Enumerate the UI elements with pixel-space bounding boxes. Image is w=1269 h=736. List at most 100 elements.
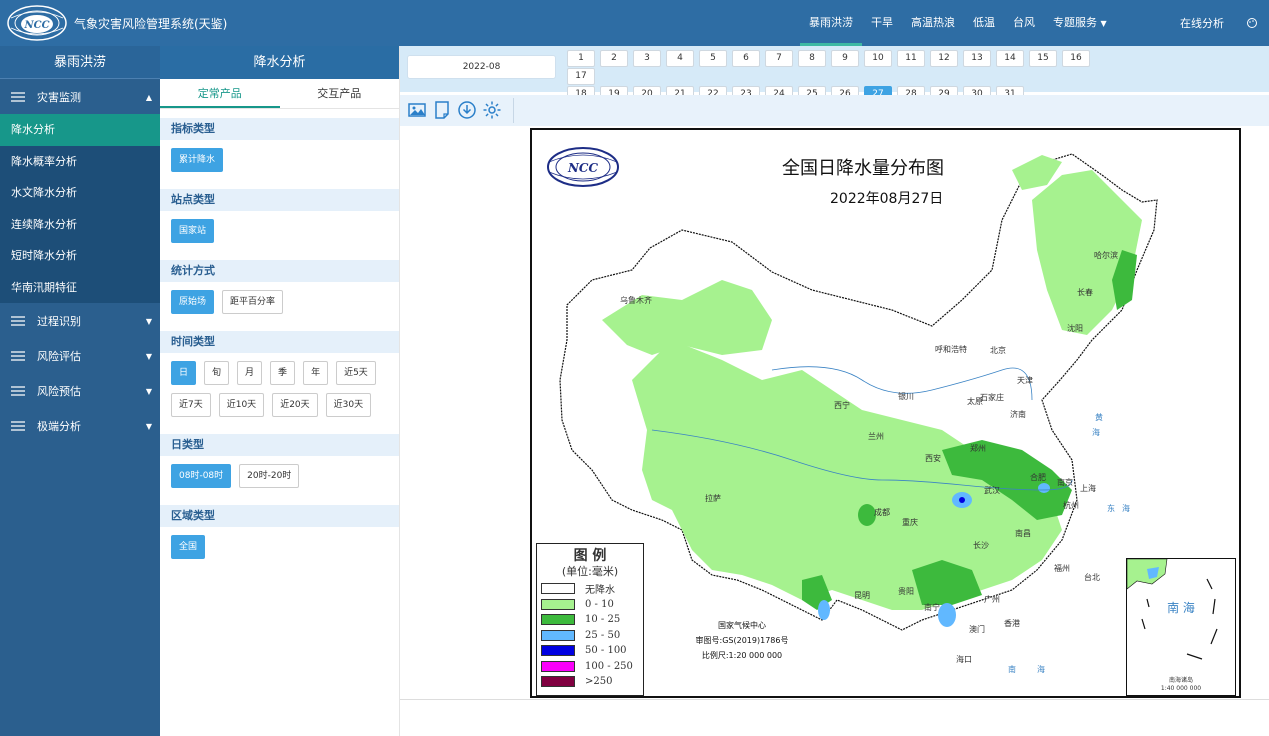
day-button[interactable]: 1	[567, 50, 595, 67]
sidebar-group-extreme[interactable]: 极端分析 ▼	[0, 408, 160, 443]
month-input[interactable]: 2022-08	[407, 55, 556, 79]
nav-special-service-label: 专题服务	[1053, 16, 1097, 29]
legend-swatch	[541, 583, 575, 595]
option-button[interactable]: 季	[270, 361, 296, 385]
sidebar-item-precip-analysis[interactable]: 降水分析	[0, 114, 160, 146]
city-label: 长沙	[973, 541, 989, 550]
city-label: 乌鲁木齐	[620, 296, 652, 305]
option-button[interactable]: 年	[303, 361, 329, 385]
day-button[interactable]: 10	[864, 50, 892, 67]
sidebar-item-south-china-flood[interactable]: 华南汛期特征	[0, 272, 160, 304]
day-button[interactable]: 5	[699, 50, 727, 67]
option-button[interactable]: 20时-20时	[239, 464, 300, 488]
online-analysis-link[interactable]: 在线分析	[1180, 15, 1224, 31]
nav-rainstorm[interactable]: 暴雨洪涝	[800, 0, 862, 46]
image-icon[interactable]	[407, 100, 427, 120]
legend-label: 无降水	[585, 585, 615, 597]
section-title: 指标类型	[160, 118, 399, 140]
city-label: 呼和浩特	[935, 345, 967, 354]
nav-cold[interactable]: 低温	[964, 0, 1004, 46]
day-button[interactable]: 9	[831, 50, 859, 67]
credit-scale: 比例尺:1:20 000 000	[701, 651, 783, 660]
legend-unit: (单位:毫米)	[561, 565, 619, 578]
city-label: 广州	[984, 595, 1000, 604]
sidebar-group-risk-assessment[interactable]: 风险评估 ▼	[0, 338, 160, 373]
city-label: 兰州	[868, 432, 884, 441]
sidebar-item-hydro-precip[interactable]: 水文降水分析	[0, 177, 160, 209]
sea-label: 海	[1122, 504, 1130, 513]
city-label: 澳门	[969, 625, 985, 634]
option-button[interactable]: 旬	[204, 361, 230, 385]
option-button[interactable]: 原始场	[171, 290, 215, 314]
download-icon[interactable]	[457, 100, 477, 120]
day-button[interactable]: 7	[765, 50, 793, 67]
sidebar-item-precip-probability[interactable]: 降水概率分析	[0, 146, 160, 178]
nav-typhoon[interactable]: 台风	[1004, 0, 1044, 46]
sea-label: 南	[1008, 665, 1016, 674]
option-button[interactable]: 全国	[171, 535, 206, 559]
city-label: 重庆	[902, 518, 918, 527]
day-button[interactable]: 8	[798, 50, 826, 67]
nav-drought[interactable]: 干旱	[862, 0, 902, 46]
legend-swatch	[541, 676, 575, 688]
document-icon[interactable]	[432, 100, 452, 120]
inset-scale-label: 1:40 000 000	[1160, 685, 1202, 692]
list-icon	[11, 91, 25, 102]
rain-area-25-50-yunnan	[818, 600, 830, 620]
option-button[interactable]: 日	[171, 361, 197, 385]
day-button[interactable]: 14	[996, 50, 1024, 67]
map-date: 2022年08月27日	[830, 191, 944, 207]
day-button[interactable]: 17	[567, 68, 595, 85]
legend-entries: 无降水 0 - 10 10 - 25 25 - 50 50 - 100 100 - 250…	[537, 581, 643, 690]
city-label: 沈阳	[1067, 324, 1083, 333]
caret-down-icon: ▼	[145, 387, 152, 396]
city-label: 贵阳	[898, 587, 914, 596]
nav-special-service[interactable]: 专题服务 ▼	[1044, 0, 1116, 46]
sidebar-item-short-precip[interactable]: 短时降水分析	[0, 240, 160, 272]
list-icon	[11, 315, 25, 326]
chevron-down-icon: ▼	[1100, 19, 1107, 28]
option-button[interactable]: 近30天	[325, 393, 372, 417]
city-label: 郑州	[970, 444, 986, 453]
day-button[interactable]: 6	[732, 50, 760, 67]
section-title: 日类型	[160, 434, 399, 456]
option-button[interactable]: 近20天	[272, 393, 318, 417]
option-button-row: 原始场 距平百分率	[160, 282, 399, 322]
section-title: 统计方式	[160, 260, 399, 282]
option-button[interactable]: 近5天	[336, 361, 376, 385]
day-button[interactable]: 12	[930, 50, 958, 67]
day-button[interactable]: 11	[897, 50, 925, 67]
sidebar-group-risk-forecast[interactable]: 风险预估 ▼	[0, 373, 160, 408]
tab-interactive-products[interactable]: 交互产品	[280, 79, 400, 108]
option-button[interactable]: 近7天	[171, 393, 211, 417]
day-button[interactable]: 2	[600, 50, 628, 67]
option-button[interactable]: 距平百分率	[222, 290, 284, 314]
sidebar-item-continuous-precip[interactable]: 连续降水分析	[0, 209, 160, 241]
option-button[interactable]: 08时-08时	[171, 464, 232, 488]
caret-down-icon: ▼	[145, 422, 152, 431]
day-button[interactable]: 3	[633, 50, 661, 67]
sidebar-group-monitoring[interactable]: 灾害监测 ▲	[0, 79, 160, 114]
nav-heatwave[interactable]: 高温热浪	[902, 0, 964, 46]
sea-label: 海	[1037, 665, 1045, 674]
day-button[interactable]: 16	[1062, 50, 1090, 67]
legend-entry: >250	[537, 674, 643, 690]
city-label: 海口	[956, 655, 972, 664]
tab-fixed-products[interactable]: 定常产品	[160, 79, 280, 108]
option-button[interactable]: 月	[237, 361, 263, 385]
sidebar-group-label: 风险评估	[37, 349, 81, 363]
city-label: 南昌	[1015, 529, 1031, 538]
inset-islands-label: 南海诸岛	[1168, 677, 1193, 684]
city-label: 香港	[1004, 619, 1020, 628]
option-button-row: 日旬月季年近5天近7天 近10天 近20天 近30天	[160, 353, 399, 425]
option-button[interactable]: 国家站	[171, 219, 215, 243]
legend-label: >250	[585, 676, 613, 688]
day-button[interactable]: 13	[963, 50, 991, 67]
settings-icon[interactable]	[482, 100, 502, 120]
day-button[interactable]: 15	[1029, 50, 1057, 67]
option-button[interactable]: 近10天	[218, 393, 265, 417]
sidebar-group-process[interactable]: 过程识别 ▼	[0, 303, 160, 338]
palette-icon[interactable]	[1246, 17, 1258, 29]
day-button[interactable]: 4	[666, 50, 694, 67]
option-button[interactable]: 累计降水	[171, 148, 224, 172]
